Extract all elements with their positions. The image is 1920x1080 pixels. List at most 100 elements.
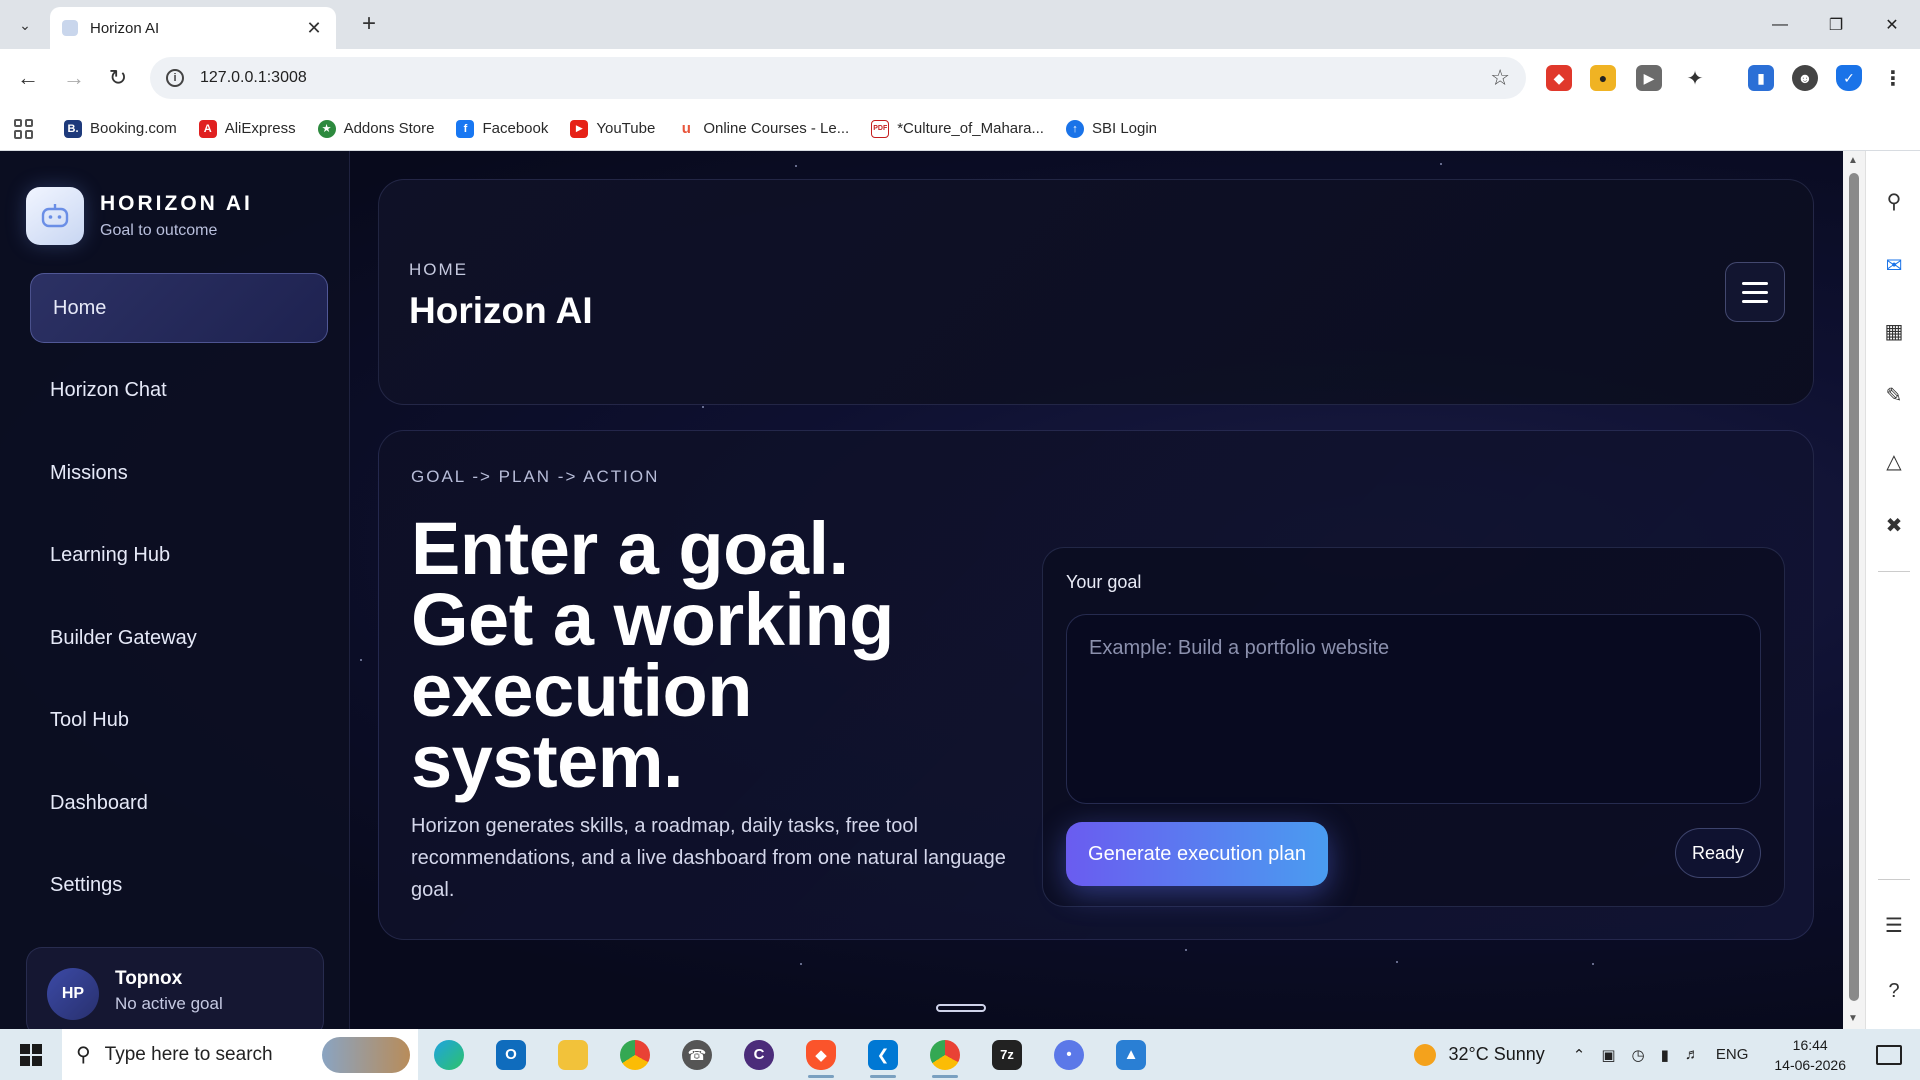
bookmark-sbi-login[interactable]: ↑ SBI Login: [1065, 119, 1158, 138]
search-icon[interactable]: ⚲: [1880, 187, 1908, 215]
shield-check-icon[interactable]: ✓: [1836, 65, 1862, 91]
gamepad-icon[interactable]: △: [1880, 447, 1908, 475]
background-star: [360, 659, 362, 661]
scrollbar-thumb[interactable]: [1849, 173, 1859, 1001]
battery-icon[interactable]: ▮: [1661, 1046, 1669, 1064]
generate-plan-button[interactable]: Generate execution plan: [1066, 822, 1328, 886]
taskbar-file-explorer[interactable]: [542, 1029, 604, 1080]
tab-search-button[interactable]: ⌄: [10, 10, 40, 40]
taskbar-photos[interactable]: ▲: [1100, 1029, 1162, 1080]
bookmark-aliexpress[interactable]: A AliExpress: [198, 119, 296, 138]
edge-icon: [434, 1039, 464, 1070]
sbi-icon: ↑: [1065, 119, 1084, 138]
more-menu-icon[interactable]: ⋮: [1880, 65, 1906, 91]
calculator-icon[interactable]: ▦: [1880, 317, 1908, 345]
taskbar-c-app[interactable]: C: [728, 1029, 790, 1080]
restore-button[interactable]: ❐: [1808, 0, 1864, 49]
start-button[interactable]: [0, 1029, 62, 1080]
sidebar-item-missions[interactable]: Missions: [30, 438, 328, 508]
meet-icon[interactable]: ▣: [1601, 1046, 1615, 1064]
window-close-button[interactable]: ✕: [1864, 0, 1920, 49]
bookmark-addons-store[interactable]: ★ Addons Store: [317, 119, 434, 138]
site-info-icon[interactable]: i: [166, 69, 184, 87]
reload-button[interactable]: ↻: [102, 62, 134, 94]
bookmark-label: AliExpress: [224, 120, 296, 137]
tab-close-icon[interactable]: ✕: [304, 18, 324, 39]
youtube-icon: ▶: [570, 119, 589, 138]
app-page: HORIZON AI Goal to outcome Home Horizon …: [0, 151, 1843, 1029]
sidebar-item-horizon-chat[interactable]: Horizon Chat: [30, 356, 328, 426]
chevron-up-icon[interactable]: ⌃: [1573, 1046, 1586, 1064]
background-star: [1592, 963, 1594, 965]
language-indicator[interactable]: ENG: [1716, 1046, 1749, 1063]
taskbar-edge[interactable]: [418, 1029, 480, 1080]
brave-shield-icon[interactable]: ◆: [1546, 65, 1572, 91]
bookmark-youtube[interactable]: ▶ YouTube: [570, 119, 655, 138]
taskbar-chrome[interactable]: [604, 1029, 666, 1080]
background-star: [1185, 949, 1187, 951]
browser-tab-active[interactable]: Horizon AI ✕: [50, 7, 336, 49]
address-url: 127.0.0.1:3008: [200, 69, 307, 86]
customize-icon[interactable]: ☰: [1880, 911, 1908, 939]
sidebar-item-learning-hub[interactable]: Learning Hub: [30, 521, 328, 591]
help-icon[interactable]: ?: [1880, 977, 1908, 1005]
media-extension-icon[interactable]: ▶: [1636, 65, 1662, 91]
goal-input[interactable]: [1066, 614, 1761, 804]
weather-widget[interactable]: 32°C Sunny: [1414, 1043, 1545, 1066]
aliexpress-icon: A: [198, 119, 217, 138]
back-button[interactable]: ←: [12, 62, 44, 94]
forward-button[interactable]: →: [58, 62, 90, 94]
clock-time: 16:44: [1792, 1036, 1828, 1053]
profile-icon[interactable]: ☻: [1792, 65, 1818, 91]
sidebar-item-builder-gateway[interactable]: Builder Gateway: [30, 603, 328, 673]
brand-subtitle: Goal to outcome: [100, 222, 218, 239]
tools-icon[interactable]: ✖: [1880, 511, 1908, 539]
address-bar[interactable]: i 127.0.0.1:3008 ☆: [150, 57, 1526, 99]
notes-icon[interactable]: ✎: [1880, 381, 1908, 409]
sidebar-item-home[interactable]: Home: [30, 273, 328, 343]
clock-date: 14-06-2026: [1774, 1056, 1846, 1073]
chrome-icon: [620, 1039, 650, 1070]
sidebar-toggle-icon[interactable]: ▮: [1748, 65, 1774, 91]
taskbar-search[interactable]: ⚲ Type here to search: [62, 1029, 418, 1080]
bookmark-culture-pdf[interactable]: PDF *Culture_of_Mahara...: [871, 119, 1044, 138]
copilot-chat-icon[interactable]: ✉: [1880, 251, 1908, 279]
bookmark-booking[interactable]: B. Booking.com: [64, 119, 177, 138]
status-badge: Ready: [1675, 828, 1761, 878]
scroll-down-icon[interactable]: ▼: [1848, 1013, 1858, 1024]
bookmark-online-courses[interactable]: u Online Courses - Le...: [677, 119, 849, 138]
outlook-icon: O: [496, 1039, 526, 1070]
sidebar-item-tool-hub[interactable]: Tool Hub: [30, 686, 328, 756]
page-scrollbar[interactable]: ▲ ▼: [1843, 151, 1865, 1029]
bookmark-label: *Culture_of_Mahara...: [897, 120, 1044, 137]
taskbar-outlook[interactable]: O: [480, 1029, 542, 1080]
apps-grid-icon[interactable]: [14, 118, 34, 139]
taskbar-chat-app[interactable]: •: [1038, 1029, 1100, 1080]
tab-title: Horizon AI: [90, 19, 160, 37]
hamburger-icon-line: [1742, 290, 1768, 294]
folder-icon: [558, 1039, 588, 1070]
extension-icon[interactable]: ●: [1590, 65, 1616, 91]
hamburger-menu-button[interactable]: [1725, 262, 1785, 322]
extensions-puzzle-icon[interactable]: ✦: [1682, 65, 1708, 91]
scroll-up-icon[interactable]: ▲: [1848, 155, 1858, 166]
taskbar-brave[interactable]: ◆: [790, 1029, 852, 1080]
notification-icon[interactable]: [1876, 1044, 1902, 1065]
brand[interactable]: HORIZON AI Goal to outcome: [26, 187, 253, 245]
taskbar-chrome-beta[interactable]: [914, 1029, 976, 1080]
new-tab-button[interactable]: +: [354, 10, 384, 40]
taskbar-vscode[interactable]: ❮: [852, 1029, 914, 1080]
minimize-button[interactable]: —: [1752, 0, 1808, 49]
taskbar-7zip[interactable]: 7z: [976, 1029, 1038, 1080]
sidebar-item-dashboard[interactable]: Dashboard: [30, 768, 328, 838]
bookmark-star-icon[interactable]: ☆: [1490, 65, 1510, 91]
bookmark-label: SBI Login: [1091, 120, 1158, 137]
sidebar-item-settings[interactable]: Settings: [30, 851, 328, 921]
bookmark-facebook[interactable]: f Facebook: [456, 119, 548, 138]
clock[interactable]: 16:44 14-06-2026: [1774, 1035, 1846, 1075]
user-card[interactable]: HP Topnox No active goal: [26, 947, 324, 1029]
taskbar-whatsapp[interactable]: ☎: [666, 1029, 728, 1080]
volume-icon[interactable]: ♬: [1685, 1046, 1700, 1063]
brave-icon: ◆: [806, 1039, 836, 1070]
network-icon[interactable]: ◷: [1632, 1046, 1645, 1064]
